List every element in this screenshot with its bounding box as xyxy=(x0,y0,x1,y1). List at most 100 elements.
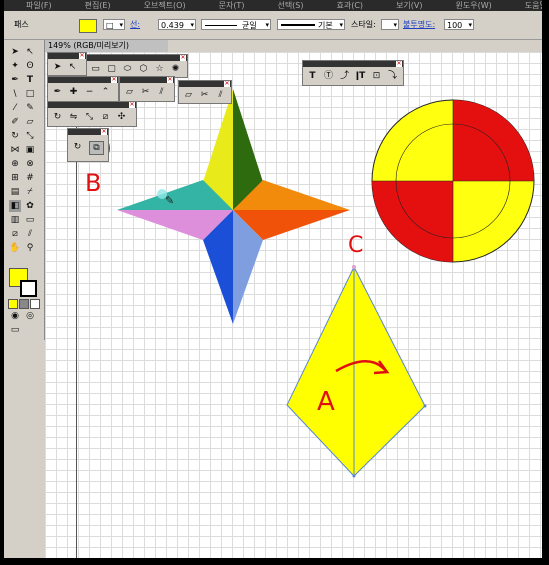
perspective-grid-tool-icon[interactable]: ⊞ xyxy=(9,172,21,184)
star-tool-icon[interactable]: ☆ xyxy=(153,63,166,75)
menu-select[interactable]: 선택(S) xyxy=(277,1,303,10)
convert-anchor-tool-icon[interactable]: ⌃ xyxy=(99,86,112,98)
scissors-tool-icon[interactable]: ✂ xyxy=(198,89,211,101)
live-paint-tool-icon[interactable]: ⊗ xyxy=(24,158,36,170)
menu-view[interactable]: 보기(V) xyxy=(396,1,422,10)
rounded-rectangle-tool-icon[interactable]: ▢ xyxy=(105,63,118,75)
menu-effect[interactable]: 효과(C) xyxy=(337,1,364,10)
close-icon[interactable]: ✕ xyxy=(101,129,107,135)
eyedropper-tool-icon[interactable]: ⌿ xyxy=(24,186,36,198)
menu-file[interactable]: 파일(F) xyxy=(26,1,52,10)
none-mode-icon[interactable] xyxy=(30,299,40,309)
flare-tool-icon[interactable]: ✺ xyxy=(169,63,182,75)
rotate-tool-icon[interactable]: ↻ xyxy=(51,111,64,123)
add-anchor-tool-icon[interactable]: ✚ xyxy=(67,86,80,98)
document-tab[interactable]: 149% (RGB/미리보기) xyxy=(45,40,168,52)
vertical-path-type-tool-icon[interactable]: ⤵ xyxy=(386,70,399,82)
close-icon[interactable]: ✕ xyxy=(180,55,186,61)
polygon-tool-icon[interactable]: ⬡ xyxy=(137,63,150,75)
menu-window[interactable]: 윈도우(W) xyxy=(456,1,492,10)
line-tool-icon[interactable]: \ xyxy=(9,88,21,100)
blend-tool-icon[interactable]: ◧ xyxy=(9,200,21,212)
paintbrush-tool-icon[interactable]: ⁄ xyxy=(9,102,21,114)
pen-tool-icon[interactable]: ✒ xyxy=(9,74,21,86)
kite-shape[interactable] xyxy=(286,265,426,477)
screen-mode-icon[interactable]: ▭ xyxy=(9,324,21,336)
reflect-tool-icon[interactable]: ⇋ xyxy=(67,111,80,123)
magic-wand-tool-icon[interactable]: ✦ xyxy=(9,60,21,72)
menu-edit[interactable]: 편집(E) xyxy=(85,1,111,10)
close-icon[interactable]: ✕ xyxy=(129,102,135,108)
pencil-tool-icon[interactable]: ✎ xyxy=(24,102,36,114)
variable-width-profile[interactable]: 균일 xyxy=(201,19,271,31)
gradient-tool-icon[interactable]: ▤ xyxy=(9,186,21,198)
free-transform-tool-icon[interactable]: ▣ xyxy=(24,144,36,156)
type-on-path-tool-icon[interactable]: ⤴ xyxy=(338,70,351,82)
hand-tool-icon[interactable]: ✋ xyxy=(9,242,21,254)
knife-tool-icon[interactable]: ⫽ xyxy=(214,89,227,101)
area-type-tool-icon[interactable]: Ⓣ xyxy=(322,70,335,82)
lasso-tool-icon[interactable]: ʘ xyxy=(24,60,36,72)
close-icon[interactable]: ✕ xyxy=(396,61,402,67)
vertical-type-tool-icon[interactable]: ǀT xyxy=(354,70,367,82)
slice-tool-icon[interactable]: ⧄ xyxy=(9,228,21,240)
fill-swatch[interactable] xyxy=(79,19,97,33)
gradient-mode-icon[interactable] xyxy=(19,299,29,309)
menu-object[interactable]: 오브젝트(O) xyxy=(144,1,186,10)
shape-builder-tool-icon[interactable]: ⊕ xyxy=(9,158,21,170)
kite-anchor-bottom[interactable] xyxy=(352,474,356,478)
kite-anchor-right[interactable] xyxy=(423,404,427,408)
zoom-tool-icon[interactable]: ⚲ xyxy=(24,242,36,254)
stroke-color-box[interactable] xyxy=(20,280,37,297)
style-dropdown[interactable] xyxy=(381,19,399,31)
mesh-tool-icon[interactable]: # xyxy=(24,172,36,184)
scale-tool-icon[interactable]: ⤡ xyxy=(83,111,96,123)
reshape-tool-icon[interactable]: ✣ xyxy=(115,111,128,123)
brush-definition[interactable]: 기본 xyxy=(277,19,345,31)
selection-tool-icon[interactable]: ➤ xyxy=(9,46,21,58)
draw-inside-icon[interactable]: ◎ xyxy=(24,310,36,322)
knife-tool-icon[interactable]: ⫽ xyxy=(24,228,36,240)
shear-tool-icon[interactable]: ⧄ xyxy=(99,111,112,123)
close-icon[interactable]: ✕ xyxy=(79,53,85,59)
selection-tool-icon[interactable]: ➤ xyxy=(51,61,64,73)
scale-tool-icon[interactable]: ⤡ xyxy=(24,130,36,142)
kite-anchor-top[interactable] xyxy=(352,265,356,269)
scissors-tool-icon[interactable]: ✂ xyxy=(139,86,152,98)
pen-tool-icon[interactable]: ✒ xyxy=(51,86,64,98)
rectangle-tool-icon[interactable]: □ xyxy=(24,88,36,100)
column-graph-tool-icon[interactable]: ▥ xyxy=(9,214,21,226)
opacity-field[interactable]: 100 xyxy=(444,19,474,31)
eraser-tool-icon[interactable]: ▱ xyxy=(24,116,36,128)
type-tool-icon[interactable]: T xyxy=(306,70,319,82)
vertical-area-type-tool-icon[interactable]: ⊡ xyxy=(370,70,383,82)
close-icon[interactable]: ✕ xyxy=(167,77,173,83)
symbol-sprayer-tool-icon[interactable]: ✿ xyxy=(24,200,36,212)
direct-selection-tool-icon[interactable]: ↖ xyxy=(24,46,36,58)
type-tool-icon[interactable]: T xyxy=(24,74,36,86)
rectangle-tool-icon[interactable]: ▭ xyxy=(89,63,102,75)
group-selection-tool-icon[interactable]: ↖ xyxy=(66,61,79,73)
reflect-tool-icon[interactable]: ⧉ xyxy=(89,141,104,155)
stroke-swatch[interactable]: □ xyxy=(103,19,125,31)
close-icon[interactable]: ✕ xyxy=(224,81,230,87)
knife-tool-icon[interactable]: ⫽ xyxy=(155,86,168,98)
close-icon[interactable]: ✕ xyxy=(111,77,117,83)
ellipse-tool-icon[interactable]: ⬭ xyxy=(121,63,134,75)
color-mode-icon[interactable] xyxy=(8,299,18,309)
artboard-tool-icon[interactable]: ▭ xyxy=(24,214,36,226)
rotate-tool-icon[interactable]: ↻ xyxy=(9,130,21,142)
menu-help[interactable]: 도움말(H) xyxy=(525,1,542,10)
rotate-tool-icon[interactable]: ↻ xyxy=(71,141,84,153)
eraser-tool-icon[interactable]: ▱ xyxy=(123,86,136,98)
eraser-tool-icon[interactable]: ▱ xyxy=(182,89,195,101)
delete-anchor-tool-icon[interactable]: − xyxy=(83,86,96,98)
width-tool-icon[interactable]: ⋈ xyxy=(9,144,21,156)
opacity-label[interactable]: 불투명도: xyxy=(403,19,435,31)
stroke-label[interactable]: 선: xyxy=(130,19,140,31)
draw-mode-icon[interactable]: ◉ xyxy=(9,310,21,322)
artboard-canvas[interactable]: ✎ A B C ✕ ➤ ↖ ✕ ▭ ▢ ⬭ ⬡ ☆ ✺ ✕ ✒ ✚ − ⌃ ✕ … xyxy=(45,52,542,558)
menu-type[interactable]: 문자(T) xyxy=(219,1,245,10)
blob-brush-tool-icon[interactable]: ✐ xyxy=(9,116,21,128)
stroke-width-field[interactable]: 0.439 xyxy=(158,19,196,31)
